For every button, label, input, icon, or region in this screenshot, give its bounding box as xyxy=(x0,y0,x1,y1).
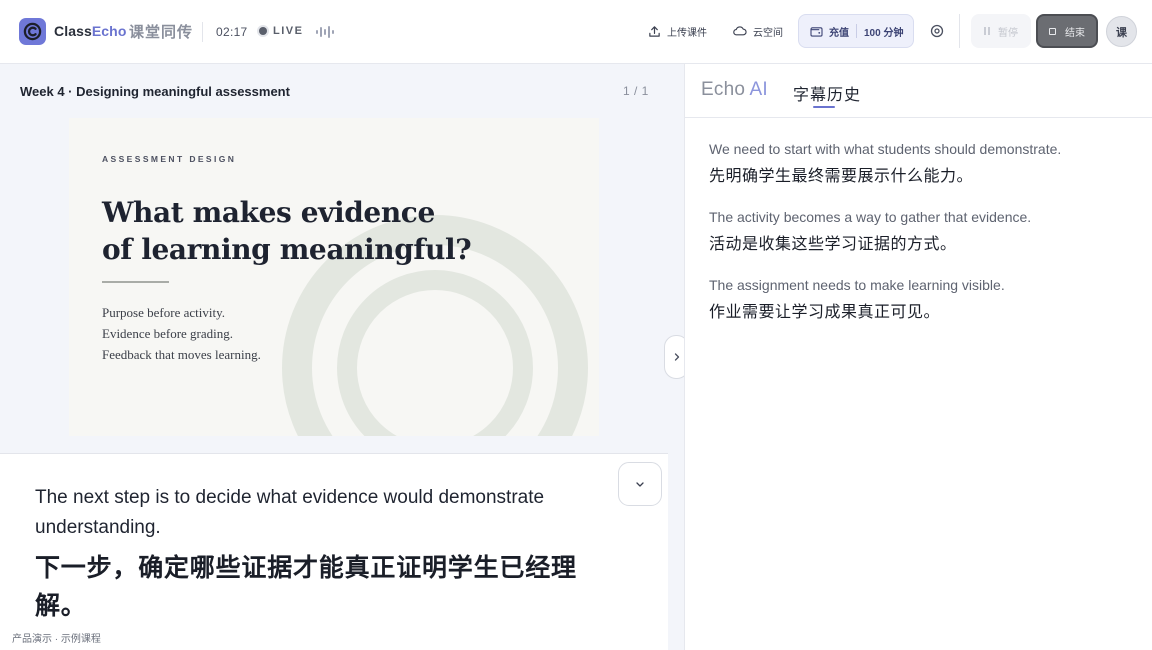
pause-label: 暂停 xyxy=(998,27,1018,39)
history-english: The assignment needs to make learning vi… xyxy=(709,277,1005,293)
tab-echo-ai[interactable]: Echo AI xyxy=(701,79,768,101)
list-item: The assignment needs to make learning vi… xyxy=(709,276,1129,325)
end-label: 结束 xyxy=(1065,27,1085,39)
list-item: We need to start with what students shou… xyxy=(709,140,1129,189)
sidebar-tabs: Echo AI 字幕历史 xyxy=(685,64,1152,118)
live-caption-panel: The next step is to decide what evidence… xyxy=(0,453,668,650)
tab-echo-suffix: AI xyxy=(749,79,768,100)
slide-deck-title: Week 4 · Designing meaningful assessment xyxy=(20,84,290,99)
slide-canvas: ASSESSMENT DESIGN What makes evidence of… xyxy=(69,118,599,436)
caption-history-list: We need to start with what students shou… xyxy=(709,140,1129,344)
history-chinese: 活动是收集这些学习证据的方式。 xyxy=(709,236,957,253)
recharge-separator xyxy=(856,24,857,38)
upload-label: 上传课件 xyxy=(667,27,707,39)
slide-point: Evidence before grading. xyxy=(102,326,234,341)
slide-points: Purpose before activity. Evidence before… xyxy=(102,302,261,365)
avatar[interactable]: 课 xyxy=(1106,16,1137,47)
chevron-down-icon xyxy=(636,481,644,487)
stop-icon xyxy=(1049,27,1056,35)
live-indicator: LIVE xyxy=(273,25,304,37)
cloud-icon xyxy=(733,26,747,36)
wallet-icon xyxy=(810,26,823,37)
brand-suffix: Echo xyxy=(91,23,127,39)
slide-point: Purpose before activity. xyxy=(102,305,225,320)
top-bar: ClassEcho 课堂同传 02:17 LIVE 上传课件 云空间 充值 10… xyxy=(0,0,1152,64)
upload-courseware-button[interactable]: 上传课件 xyxy=(648,14,707,48)
slide-eyebrow: ASSESSMENT DESIGN xyxy=(102,154,237,164)
end-session-button[interactable]: 结束 xyxy=(1036,14,1098,48)
audio-wave-icon xyxy=(316,26,334,38)
recharge-button[interactable]: 充值 100 分钟 xyxy=(798,14,914,48)
transcript-sidebar: Echo AI 字幕历史 We need to start with what … xyxy=(684,64,1152,650)
header-divider-right xyxy=(959,14,960,48)
header-divider xyxy=(202,22,203,42)
brand-name: ClassEcho xyxy=(54,23,127,39)
slide-heading: What makes evidence of learning meaningf… xyxy=(102,194,542,268)
settings-icon[interactable] xyxy=(929,23,945,39)
tab-echo-prefix: Echo xyxy=(701,79,746,100)
history-chinese: 作业需要让学习成果真正可见。 xyxy=(709,304,941,321)
panel-gutter xyxy=(668,453,684,650)
chevron-right-icon xyxy=(674,353,679,361)
pause-icon xyxy=(984,27,990,35)
caption-toggle-button[interactable] xyxy=(618,462,662,506)
upload-icon xyxy=(649,25,660,37)
decorative-rings xyxy=(282,215,588,436)
cloud-label: 云空间 xyxy=(753,27,783,39)
caption-english: The next step is to decide what evidence… xyxy=(35,487,545,538)
slide-heading-line: of learning meaningful? xyxy=(102,233,472,266)
session-timer: 02:17 xyxy=(216,25,248,39)
caption-chinese: 下一步，确定哪些证据才能真正证明学生已经理解。 xyxy=(35,554,577,620)
brand-prefix: Class xyxy=(54,23,92,39)
history-chinese: 先明确学生最终需要展示什么能力。 xyxy=(709,168,974,185)
active-tab-indicator xyxy=(813,106,835,108)
list-item: The activity becomes a way to gather tha… xyxy=(709,208,1129,257)
pause-button[interactable]: 暂停 xyxy=(971,14,1031,48)
slide-panel: Week 4 · Designing meaningful assessment… xyxy=(0,64,684,453)
brand-chinese-name: 课堂同传 xyxy=(129,24,194,41)
slide-point: Feedback that moves learning. xyxy=(102,347,261,362)
slide-divider xyxy=(102,281,169,283)
minutes-balance: 100 分钟 xyxy=(864,27,904,39)
history-english: We need to start with what students shou… xyxy=(709,141,1062,157)
footer-note: 产品演示 · 示例课程 xyxy=(12,634,101,645)
live-dot-icon xyxy=(259,27,267,35)
slide-page-indicator: 1 / 1 xyxy=(623,84,649,98)
cloud-space-button[interactable]: 云空间 xyxy=(732,14,783,48)
slide-heading-line: What makes evidence xyxy=(102,196,435,229)
logo-icon xyxy=(19,18,46,45)
recharge-label: 充值 xyxy=(829,27,849,39)
history-english: The activity becomes a way to gather tha… xyxy=(709,209,1032,225)
tab-caption-history[interactable]: 字幕历史 xyxy=(793,81,861,105)
